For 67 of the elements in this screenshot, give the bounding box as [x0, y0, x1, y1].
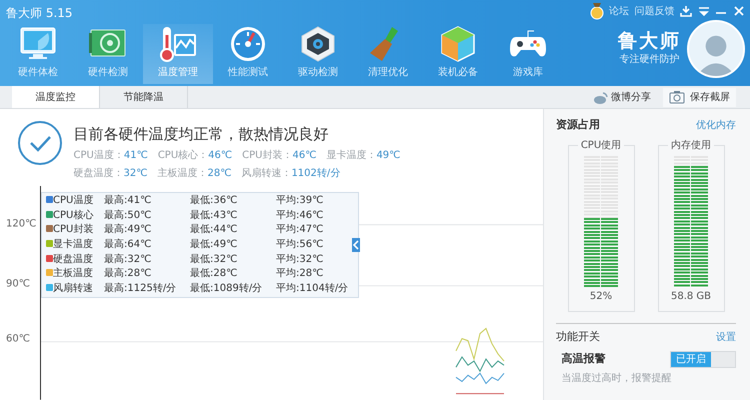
legend-name: CPU核心 — [53, 210, 94, 221]
axis-label: 90℃ — [6, 278, 30, 292]
brand-slogan: 专注硬件防护 — [620, 52, 680, 68]
legend-max: 最高:64℃ — [104, 238, 152, 252]
temperature-reading: 硬盘温度：32℃ — [74, 166, 148, 181]
legend-name: 硬盘温度 — [53, 254, 93, 265]
legend-min: 最低:1089转/分 — [190, 282, 262, 296]
meter-title: 内存使用 — [668, 138, 714, 152]
legend-avg: 平均:47℃ — [276, 223, 324, 238]
legend-min: 最低:43℃ — [190, 208, 238, 223]
legend-name: 风扇转速 — [53, 282, 93, 294]
legend-max: 最高:49℃ — [104, 223, 152, 238]
temperature-reading: CPU核心：46℃ — [158, 148, 232, 163]
legend-avg: 平均:1104转/分 — [276, 282, 348, 296]
legend-min: 最低:28℃ — [190, 267, 238, 282]
settings-link[interactable]: 设置 — [716, 330, 736, 345]
legend-name: CPU温度 — [53, 195, 94, 206]
axis-label: 120℃ — [6, 218, 36, 232]
nav-tab[interactable]: 清理优化 — [352, 24, 423, 84]
legend-avg: 平均:56℃ — [276, 238, 324, 252]
legend-name: 主板温度 — [53, 268, 93, 280]
legend-min: 最低:32℃ — [190, 252, 238, 267]
nav-tab[interactable]: 硬件检测 — [72, 24, 143, 84]
screenshot-button[interactable]: 保存截屏 — [662, 88, 736, 106]
temperature-reading: 显卡温度：49℃ — [326, 148, 400, 163]
optimize-memory-link[interactable]: 优化内存 — [696, 118, 736, 133]
legend-name: CPU封装 — [53, 224, 94, 236]
legend-name: 显卡温度 — [53, 239, 93, 250]
legend-avg: 平均:28℃ — [276, 267, 324, 282]
tab[interactable]: 节能降温 — [100, 86, 188, 108]
tab[interactable]: 温度监控 — [12, 86, 100, 108]
legend-max: 最高:32℃ — [104, 252, 152, 267]
legend-max: 最高:41℃ — [104, 194, 152, 208]
legend-min: 最低:36℃ — [190, 194, 238, 208]
toggle-switch[interactable]: 已开启 — [670, 351, 736, 368]
meter-reading: 58.8 GB — [670, 290, 712, 304]
temperature-reading: CPU封装：46℃ — [242, 148, 316, 163]
share-button[interactable]: 微博分享 — [586, 86, 657, 108]
temperature-reading: 风扇转速：1102转/分 — [241, 166, 340, 181]
legend-min: 最低:44℃ — [190, 223, 238, 238]
legend-max: 最高:28℃ — [104, 267, 152, 282]
nav-tab[interactable]: 游戏库 — [492, 24, 563, 84]
nav-tab[interactable]: 驱动检测 — [282, 24, 353, 84]
nav-tab[interactable]: 性能测试 — [212, 24, 283, 84]
status-headline: 目前各硬件温度均正常，散热情况良好 — [74, 124, 330, 145]
axis-label: 60℃ — [6, 332, 30, 347]
brand-name: 鲁大师 — [618, 30, 681, 52]
meter-title: CPU使用 — [578, 138, 624, 152]
top-link[interactable]: 问题反馈 — [634, 4, 674, 19]
meter-reading: 52% — [590, 290, 612, 304]
legend-max: 最高:1125转/分 — [104, 282, 176, 296]
temperature-reading: 主板温度：28℃ — [157, 166, 232, 181]
legend-max: 最高:50℃ — [104, 208, 152, 223]
legend-avg: 平均:39℃ — [276, 194, 324, 208]
section-title: 功能开关 — [556, 329, 600, 345]
legend-avg: 平均:46℃ — [276, 208, 324, 223]
top-link[interactable]: 论坛 — [609, 4, 629, 19]
legend-avg: 平均:32℃ — [276, 252, 324, 267]
feature-hint: 当温度过高时，报警提醒 — [560, 372, 672, 386]
nav-tab[interactable]: 装机必备 — [422, 24, 493, 84]
nav-tab[interactable]: 温度管理 — [142, 24, 213, 84]
legend-min: 最低:49℃ — [190, 238, 238, 252]
feature-name: 高温报警 — [562, 351, 606, 368]
section-title: 资源占用 — [556, 117, 600, 133]
nav-tab[interactable]: 硬件体检 — [2, 24, 73, 84]
temperature-reading: CPU温度：41℃ — [74, 148, 148, 163]
window-title: 鲁大师 5.15 — [5, 5, 74, 22]
